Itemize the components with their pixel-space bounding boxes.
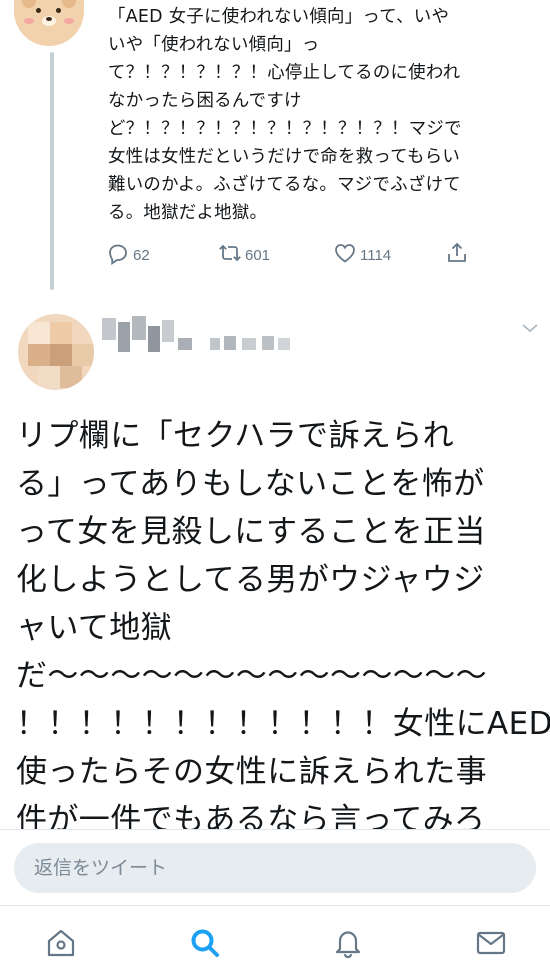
name-pixel [148, 326, 160, 352]
name-pixel [278, 338, 290, 350]
like-button[interactable]: 1114 [333, 240, 391, 270]
retweet-icon [218, 241, 242, 269]
avatar-pixel [28, 344, 50, 366]
avatar-pixel [28, 322, 50, 344]
retweet-button[interactable]: 601 [218, 240, 270, 270]
avatar-ear [62, 0, 76, 8]
main-tweet[interactable]: リプ欄に「セクハラで訴えられ る」ってありもしないことを怖が って女を見殺しにす… [0, 292, 550, 838]
tweet-text-line: リプ欄に「セクハラで訴えられ [16, 418, 455, 454]
name-pixel [242, 338, 256, 350]
tweet-text-line: 「AED 女子に使われない傾向」って、いや [108, 7, 450, 27]
name-pixel [162, 320, 174, 342]
name-pixel [118, 322, 130, 352]
share-button[interactable] [445, 240, 469, 270]
parent-avatar[interactable] [14, 0, 84, 46]
avatar-nose [42, 16, 56, 26]
home-icon[interactable] [44, 926, 78, 960]
name-pixel [132, 316, 146, 340]
tweet-text-line: 女性は女性だというだけで命を救ってもらい [108, 147, 461, 167]
parent-tweet-text: 「AED 女子に使われない傾向」って、いや いや「使われない傾向」っ て？！？！… [108, 3, 538, 227]
avatar-pixel [38, 366, 60, 388]
author-avatar[interactable] [18, 314, 94, 390]
like-count: 1114 [360, 246, 392, 264]
avatar-pixel [50, 322, 72, 344]
bottom-tab-bar [0, 905, 550, 979]
name-pixel [224, 336, 236, 350]
main-tweet-text: リプ欄に「セクハラで訴えられ る」ってありもしないことを怖が って女を見殺しにす… [16, 412, 550, 844]
tweet-text-line: 化しようとしてる男がウジャウジ [16, 562, 485, 598]
avatar-pixel [72, 344, 94, 366]
tweet-text-line: 難いのかよ。ふざけてるな。マジでふざけて [108, 175, 461, 195]
avatar-eye [56, 8, 61, 13]
tweet-text-line: て？！？！？！？！心停止してるのに使われ [108, 63, 461, 83]
bell-icon[interactable] [331, 926, 365, 960]
name-pixel [102, 318, 116, 340]
tweet-actions: 62 601 1114 [106, 240, 486, 270]
avatar-cheek [64, 18, 74, 24]
tweet-text-line: いや「使われない傾向」っ [108, 35, 320, 55]
chevron-down-icon[interactable] [520, 320, 540, 334]
share-icon [445, 241, 469, 269]
tweet-text-line: なかったら困るんですけ [108, 91, 302, 111]
retweet-count: 601 [245, 246, 271, 264]
tweet-text-line: って女を見殺しにすることを正当 [16, 514, 486, 550]
mail-icon[interactable] [474, 926, 508, 960]
reply-count: 62 [133, 246, 150, 264]
tweet-text-line: ど？！？！？！？！？！？！？！？！マジで [108, 119, 462, 139]
name-pixel [210, 338, 220, 350]
tweet-text-line: ャいて地獄 [16, 610, 173, 646]
reply-input[interactable] [14, 843, 536, 893]
parent-tweet[interactable]: 「AED 女子に使われない傾向」って、いや いや「使われない傾向」っ て？！？！… [0, 0, 550, 292]
name-pixel [178, 338, 192, 350]
author-name-blurred[interactable] [102, 316, 312, 366]
reply-bar [0, 829, 550, 905]
tweet-text-line: ！！！！！！！！！！！！女性にAED [16, 706, 550, 742]
tweet-text-line: る。地獄だよ地獄。 [108, 203, 268, 223]
tweet-text-line: だ〜〜〜〜〜〜〜〜〜〜〜〜〜〜 [16, 658, 487, 694]
tweet-text-line: る」ってありもしないことを怖が [16, 466, 485, 502]
avatar-cheek [24, 18, 34, 24]
name-pixel [262, 336, 274, 350]
avatar-eye [36, 8, 41, 13]
thread-connector-line [50, 52, 54, 290]
search-icon[interactable] [188, 926, 222, 960]
avatar-pixel [60, 366, 82, 388]
reply-button[interactable]: 62 [106, 240, 150, 270]
avatar-ear [22, 0, 36, 8]
heart-icon [333, 241, 357, 269]
reply-icon [106, 241, 130, 269]
avatar-pixel [50, 344, 72, 366]
tweet-text-line: 使ったらその女性に訴えられた事 [16, 754, 487, 790]
